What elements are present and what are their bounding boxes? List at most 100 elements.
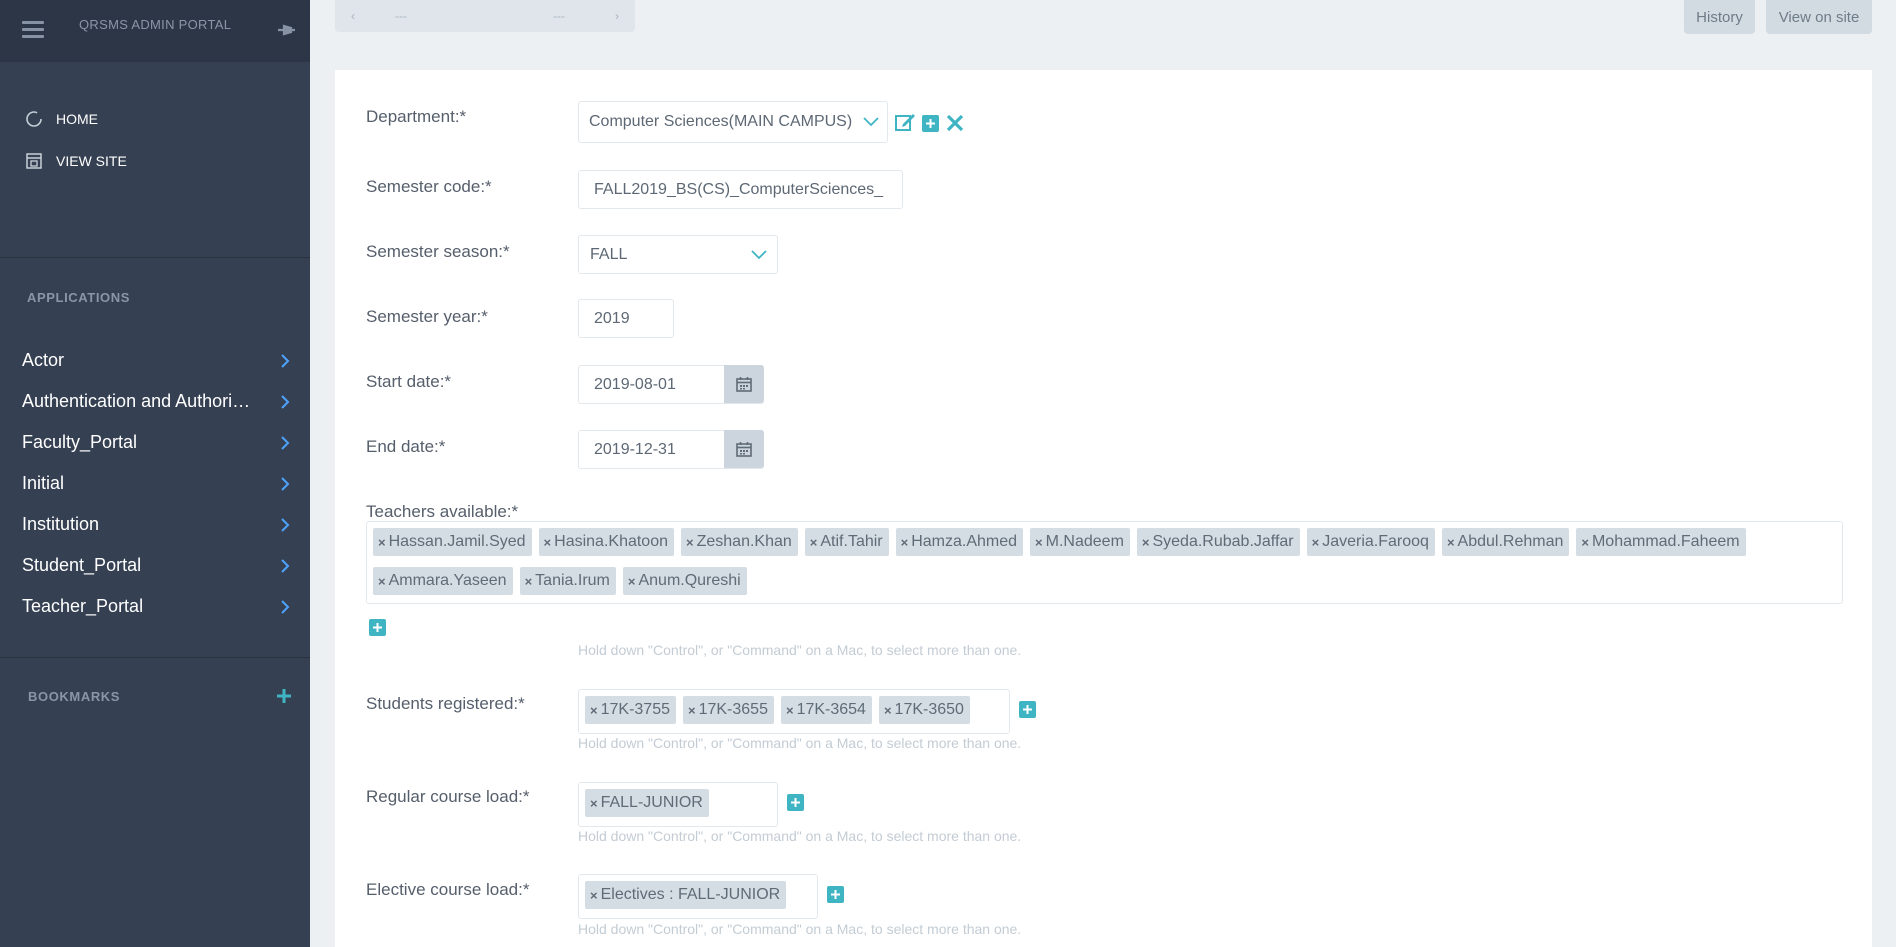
chevron-right-icon: [281, 353, 290, 368]
delete-department-icon[interactable]: [946, 114, 964, 132]
remove-tag-icon[interactable]: ×: [786, 703, 794, 718]
sidebar-item-view-site[interactable]: VIEW SITE: [0, 140, 310, 182]
tag-label: Anum.Qureshi: [638, 572, 741, 589]
teacher-tag[interactable]: × Ammara.Yaseen: [373, 567, 513, 595]
remove-tag-icon[interactable]: ×: [688, 703, 696, 718]
teacher-tag[interactable]: × Atif.Tahir: [804, 528, 889, 556]
object-pager: ‹ --- --- ›: [335, 0, 635, 32]
remove-tag-icon[interactable]: ×: [810, 535, 818, 550]
remove-tag-icon[interactable]: ×: [378, 535, 386, 550]
add-student-icon[interactable]: [1019, 701, 1036, 718]
end-date-value: 2019-12-31: [594, 440, 676, 458]
sidebar-item-label: Faculty_Portal: [22, 432, 138, 452]
semester-code-label: Semester code:*: [366, 177, 492, 196]
sidebar-item-authentication[interactable]: Authentication and Authoriz…: [0, 381, 310, 422]
history-button[interactable]: History: [1684, 0, 1755, 34]
add-elective-load-icon[interactable]: [827, 886, 844, 903]
teacher-tag[interactable]: × Hassan.Jamil.Syed: [373, 528, 532, 556]
end-date-label: End date:*: [366, 437, 446, 456]
add-department-icon[interactable]: [922, 115, 939, 132]
remove-tag-icon[interactable]: ×: [544, 535, 552, 550]
teacher-tag[interactable]: × Syeda.Rubab.Jaffar: [1136, 528, 1300, 556]
remove-tag-icon[interactable]: ×: [901, 535, 909, 550]
chevron-right-icon: [281, 435, 290, 450]
remove-tag-icon[interactable]: ×: [590, 796, 598, 811]
course-load-tag[interactable]: × FALL-JUNIOR: [585, 789, 709, 817]
tag-label: Hassan.Jamil.Syed: [388, 533, 526, 550]
remove-tag-icon[interactable]: ×: [378, 574, 386, 589]
sidebar-item-student-portal[interactable]: Student_Portal: [0, 545, 310, 586]
start-date-calendar-button[interactable]: [724, 365, 764, 403]
start-date-input[interactable]: 2019-08-01: [578, 365, 764, 404]
teacher-tag[interactable]: × Hamza.Ahmed: [895, 528, 1024, 556]
student-tag[interactable]: × 17K-3655: [682, 696, 774, 724]
elective-load-help-text: Hold down "Control", or "Command" on a M…: [578, 921, 1022, 937]
regular-load-tags-row: × FALL-JUNIOR: [585, 789, 716, 817]
remove-tag-icon[interactable]: ×: [1035, 535, 1043, 550]
end-date-calendar-button[interactable]: [724, 430, 764, 468]
remove-tag-icon[interactable]: ×: [686, 535, 694, 550]
remove-tag-icon[interactable]: ×: [590, 703, 598, 718]
edit-department-icon[interactable]: [895, 112, 917, 132]
view-site-icon: [24, 151, 44, 171]
view-on-site-button[interactable]: View on site: [1766, 0, 1872, 34]
quick-links: HOME VIEW SITE: [0, 62, 310, 258]
sidebar-item-actor[interactable]: Actor: [0, 340, 310, 381]
teachers-label: Teachers available:*: [366, 502, 519, 521]
pager-prev-button[interactable]: ‹: [351, 9, 355, 23]
add-regular-load-icon[interactable]: [787, 794, 804, 811]
tag-label: Atif.Tahir: [820, 533, 883, 550]
tag-label: 17K-3650: [894, 701, 964, 718]
teacher-tag[interactable]: × Zeshan.Khan: [681, 528, 798, 556]
teacher-tag[interactable]: × Anum.Qureshi: [622, 567, 747, 595]
sidebar-item-label: Teacher_Portal: [22, 596, 144, 616]
start-date-label: Start date:*: [366, 372, 452, 391]
sidebar-item-home[interactable]: HOME: [0, 98, 310, 140]
department-select[interactable]: Computer Sciences(MAIN CAMPUS): [578, 101, 888, 143]
app-list: Actor Authentication and Authoriz… Facul…: [0, 340, 310, 627]
teacher-tag[interactable]: × Tania.Irum: [519, 567, 616, 595]
tag-label: M.Nadeem: [1045, 533, 1124, 550]
teacher-tag[interactable]: × Hasina.Khatoon: [538, 528, 674, 556]
teacher-tag[interactable]: × Mohammad.Faheem: [1576, 528, 1746, 556]
semester-year-input[interactable]: 2019: [578, 299, 674, 338]
remove-tag-icon[interactable]: ×: [525, 574, 533, 589]
semester-code-input[interactable]: FALL2019_BS(CS)_ComputerSciences_: [578, 170, 903, 209]
student-tag[interactable]: × 17K-3650: [878, 696, 970, 724]
student-tag[interactable]: × 17K-3755: [585, 696, 676, 724]
add-teacher-icon[interactable]: [369, 619, 386, 636]
regular-load-label: Regular course load:*: [366, 787, 530, 806]
sidebar-item-initial[interactable]: Initial: [0, 463, 310, 504]
student-tag[interactable]: × 17K-3654: [780, 696, 872, 724]
teacher-tag[interactable]: × Javeria.Farooq: [1306, 528, 1435, 556]
remove-tag-icon[interactable]: ×: [628, 574, 636, 589]
end-date-input[interactable]: 2019-12-31: [578, 430, 764, 469]
department-value: Computer Sciences(MAIN CAMPUS): [589, 113, 853, 130]
menu-toggle-icon[interactable]: [22, 21, 44, 39]
add-bookmark-icon[interactable]: [276, 688, 292, 704]
sidebar-item-institution[interactable]: Institution: [0, 504, 310, 545]
remove-tag-icon[interactable]: ×: [884, 703, 892, 718]
department-label: Department:*: [366, 107, 467, 126]
sidebar-item-teacher-portal[interactable]: Teacher_Portal: [0, 586, 310, 627]
tag-label: Ammara.Yaseen: [388, 572, 507, 589]
remove-tag-icon[interactable]: ×: [1312, 535, 1320, 550]
pin-icon[interactable]: [276, 21, 296, 39]
circle-icon: [24, 109, 44, 129]
teacher-tag[interactable]: × Abdul.Rehman: [1441, 528, 1570, 556]
teacher-tag[interactable]: × M.Nadeem: [1030, 528, 1130, 556]
sidebar-item-label: Student_Portal: [22, 555, 142, 575]
tag-label: Javeria.Farooq: [1322, 533, 1429, 550]
remove-tag-icon[interactable]: ×: [1581, 535, 1589, 550]
course-load-tag[interactable]: × Electives : FALL-JUNIOR: [585, 881, 787, 909]
sidebar-item-faculty-portal[interactable]: Faculty_Portal: [0, 422, 310, 463]
remove-tag-icon[interactable]: ×: [590, 888, 598, 903]
bookmarks-section: BOOKMARKS: [0, 657, 310, 704]
pager-next-button[interactable]: ›: [615, 9, 619, 23]
tag-label: Tania.Irum: [535, 572, 610, 589]
remove-tag-icon[interactable]: ×: [1142, 535, 1150, 550]
applications-heading: APPLICATIONS: [27, 290, 131, 305]
semester-season-select[interactable]: FALL: [578, 235, 778, 274]
sidebar-item-label: Institution: [22, 514, 100, 534]
remove-tag-icon[interactable]: ×: [1447, 535, 1455, 550]
